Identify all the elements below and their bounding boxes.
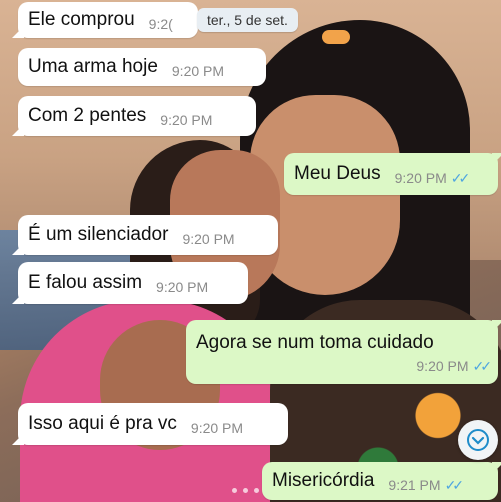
message-bubble[interactable]: Com 2 pentes 9:20 PM — [18, 96, 256, 136]
message-text: Meu Deus — [294, 163, 381, 184]
message-time: 9:20 PM — [160, 112, 213, 128]
message-time: 9:20 PM — [171, 63, 225, 79]
double-check-icon: ✓✓ — [472, 357, 493, 374]
message-time: 9:20 PM — [416, 357, 469, 374]
message-time: 9:20 PM — [394, 170, 447, 186]
date-chip: ter., 5 de set. — [197, 8, 298, 32]
message-text: Uma arma hoje — [28, 56, 158, 77]
double-check-icon: ✓✓ — [444, 476, 465, 493]
message-bubble[interactable]: Agora se num toma cuidado 9:20 PM ✓✓ — [186, 320, 498, 384]
message-time: 9:20 PM — [156, 279, 209, 295]
message-bubble[interactable]: Uma arma hoje 9:20 PM — [18, 48, 266, 86]
message-text: Agora se num toma cuidado — [196, 331, 434, 353]
message-time: 9:2( — [148, 16, 173, 32]
message-text: E falou assim — [28, 272, 143, 293]
chevron-down-icon — [467, 429, 489, 451]
message-text: Com 2 pentes — [28, 105, 147, 126]
message-time: 9:20 PM — [182, 231, 235, 247]
message-bubble[interactable]: Isso aqui é pra vc 9:20 PM — [18, 403, 288, 445]
double-check-icon: ✓✓ — [450, 169, 471, 186]
message-time: 9:20 PM — [190, 420, 244, 436]
carousel-dots — [232, 488, 259, 493]
message-bubble[interactable]: E falou assim 9:20 PM — [18, 262, 248, 304]
message-text: Misericórdia — [272, 470, 375, 491]
message-bubble[interactable]: Meu Deus 9:20 PM ✓✓ — [284, 153, 498, 195]
message-time: 9:21 PM — [388, 477, 441, 493]
message-text: É um silenciador — [28, 224, 169, 245]
message-bubble[interactable]: É um silenciador 9:20 PM — [18, 215, 278, 255]
scroll-down-button[interactable] — [458, 420, 498, 460]
message-bubble[interactable]: Misericórdia 9:21 PM ✓✓ — [262, 462, 498, 500]
message-text: Ele comprou — [28, 9, 135, 30]
message-bubble[interactable]: Ele comprou 9:2( — [18, 2, 198, 38]
message-text: Isso aqui é pra vc — [28, 413, 177, 434]
